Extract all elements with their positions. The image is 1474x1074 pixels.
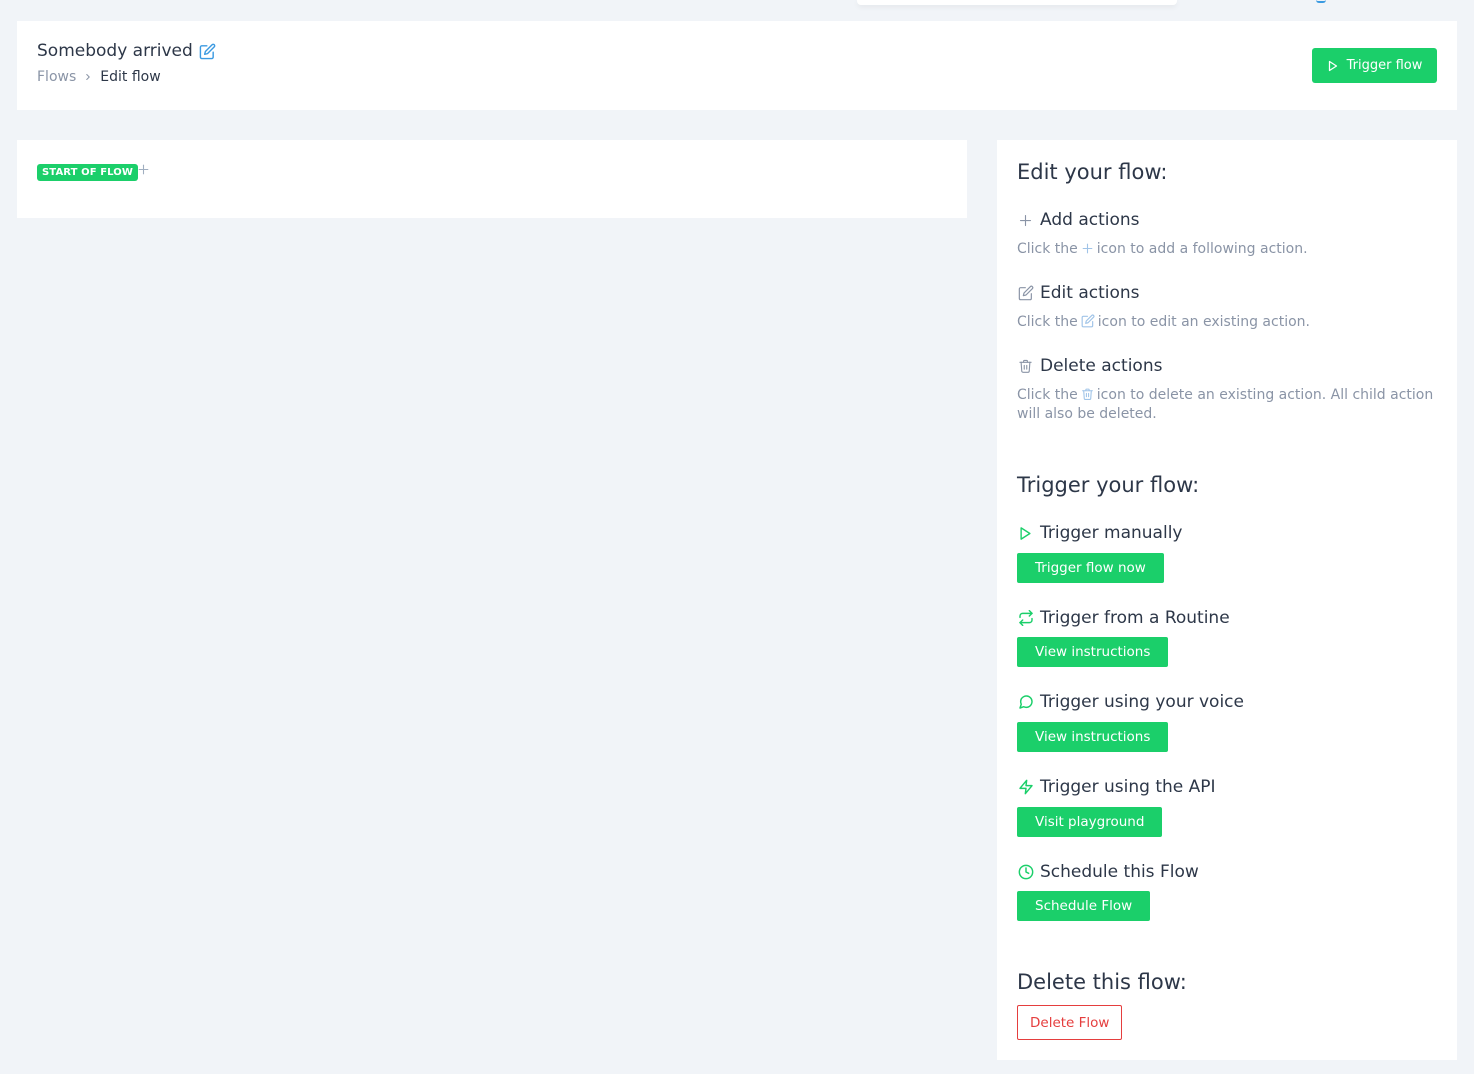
flow-sidebar: Edit your flow: Add actions Click the ico… bbox=[997, 140, 1457, 1060]
flow-header: Somebody arrived Flows Edit flow Trigger… bbox=[17, 21, 1457, 110]
trigger-manually-label: Trigger manually bbox=[1040, 523, 1183, 543]
routine-view-instructions-button[interactable]: View instructions bbox=[1017, 637, 1169, 667]
add-action-plus-icon[interactable] bbox=[137, 163, 150, 176]
flow-canvas: START OF FLOW bbox=[17, 140, 967, 218]
breadcrumb: Flows Edit flow bbox=[37, 69, 161, 85]
breadcrumb-flows-link[interactable]: Flows bbox=[37, 69, 76, 85]
edit-actions-title: Edit actions bbox=[1017, 283, 1140, 303]
trigger-api-title: Trigger using the API bbox=[1017, 777, 1216, 797]
clock-icon bbox=[1017, 864, 1034, 880]
edit-actions-desc-before: Click the bbox=[1017, 314, 1078, 330]
lightning-icon bbox=[1017, 779, 1034, 795]
add-actions-description: Click the icon to add a following action. bbox=[1017, 240, 1437, 259]
edit-icon bbox=[1081, 314, 1095, 328]
delete-actions-title: Delete actions bbox=[1017, 356, 1162, 376]
start-of-flow-badge: START OF FLOW bbox=[37, 164, 139, 181]
play-icon bbox=[1327, 60, 1339, 72]
chevron-right-icon bbox=[83, 72, 93, 82]
trigger-flow-button[interactable]: Trigger flow bbox=[1312, 48, 1437, 83]
add-actions-label: Add actions bbox=[1040, 210, 1140, 230]
schedule-flow-title: Schedule this Flow bbox=[1017, 862, 1199, 882]
top-dropdown-panel bbox=[857, 0, 1177, 5]
trigger-api-label: Trigger using the API bbox=[1040, 777, 1216, 797]
plus-icon bbox=[1081, 242, 1094, 255]
add-actions-desc-after: icon to add a following action. bbox=[1096, 241, 1308, 257]
page-title: Somebody arrived bbox=[37, 41, 216, 61]
delete-actions-desc-before: Click the bbox=[1017, 387, 1078, 403]
add-actions-desc-before: Click the bbox=[1017, 241, 1078, 257]
voice-view-instructions-button[interactable]: View instructions bbox=[1017, 722, 1169, 752]
schedule-flow-button[interactable]: Schedule Flow bbox=[1017, 891, 1151, 921]
visit-playground-button[interactable]: Visit playground bbox=[1017, 807, 1163, 837]
delete-flow-button[interactable]: Delete Flow bbox=[1017, 1005, 1123, 1040]
trash-icon bbox=[1017, 358, 1034, 374]
delete-actions-description: Click the icon to delete an existing acti… bbox=[1017, 386, 1437, 424]
repeat-icon bbox=[1017, 610, 1034, 626]
trigger-routine-title: Trigger from a Routine bbox=[1017, 608, 1230, 628]
trigger-flow-heading: Trigger your flow: bbox=[1017, 473, 1200, 497]
trigger-routine-label: Trigger from a Routine bbox=[1040, 608, 1230, 628]
breadcrumb-current: Edit flow bbox=[100, 69, 161, 85]
chat-bubble-icon bbox=[1017, 694, 1034, 710]
trash-icon bbox=[1081, 387, 1094, 401]
edit-title-icon[interactable] bbox=[199, 43, 216, 60]
edit-actions-desc-after: icon to edit an existing action. bbox=[1097, 314, 1310, 330]
plus-icon bbox=[1017, 213, 1034, 228]
schedule-flow-label: Schedule this Flow bbox=[1040, 862, 1199, 882]
edit-icon bbox=[1017, 285, 1034, 301]
edit-actions-label: Edit actions bbox=[1040, 283, 1140, 303]
edit-actions-description: Click the icon to edit an existing action… bbox=[1017, 313, 1437, 332]
delete-actions-desc-after: icon to delete an existing action. All c… bbox=[1017, 387, 1434, 422]
add-actions-title: Add actions bbox=[1017, 210, 1140, 230]
play-icon bbox=[1017, 526, 1034, 541]
top-nav-link-fragment bbox=[1316, 0, 1326, 3]
trigger-flow-now-button[interactable]: Trigger flow now bbox=[1017, 553, 1164, 583]
trigger-flow-label: Trigger flow bbox=[1346, 58, 1423, 73]
trigger-voice-title: Trigger using your voice bbox=[1017, 692, 1244, 712]
trigger-voice-label: Trigger using your voice bbox=[1040, 692, 1244, 712]
trigger-manually-title: Trigger manually bbox=[1017, 523, 1182, 543]
edit-flow-heading: Edit your flow: bbox=[1017, 160, 1168, 184]
flow-title-text: Somebody arrived bbox=[37, 41, 193, 61]
delete-flow-heading: Delete this flow: bbox=[1017, 970, 1187, 994]
delete-actions-label: Delete actions bbox=[1040, 356, 1163, 376]
